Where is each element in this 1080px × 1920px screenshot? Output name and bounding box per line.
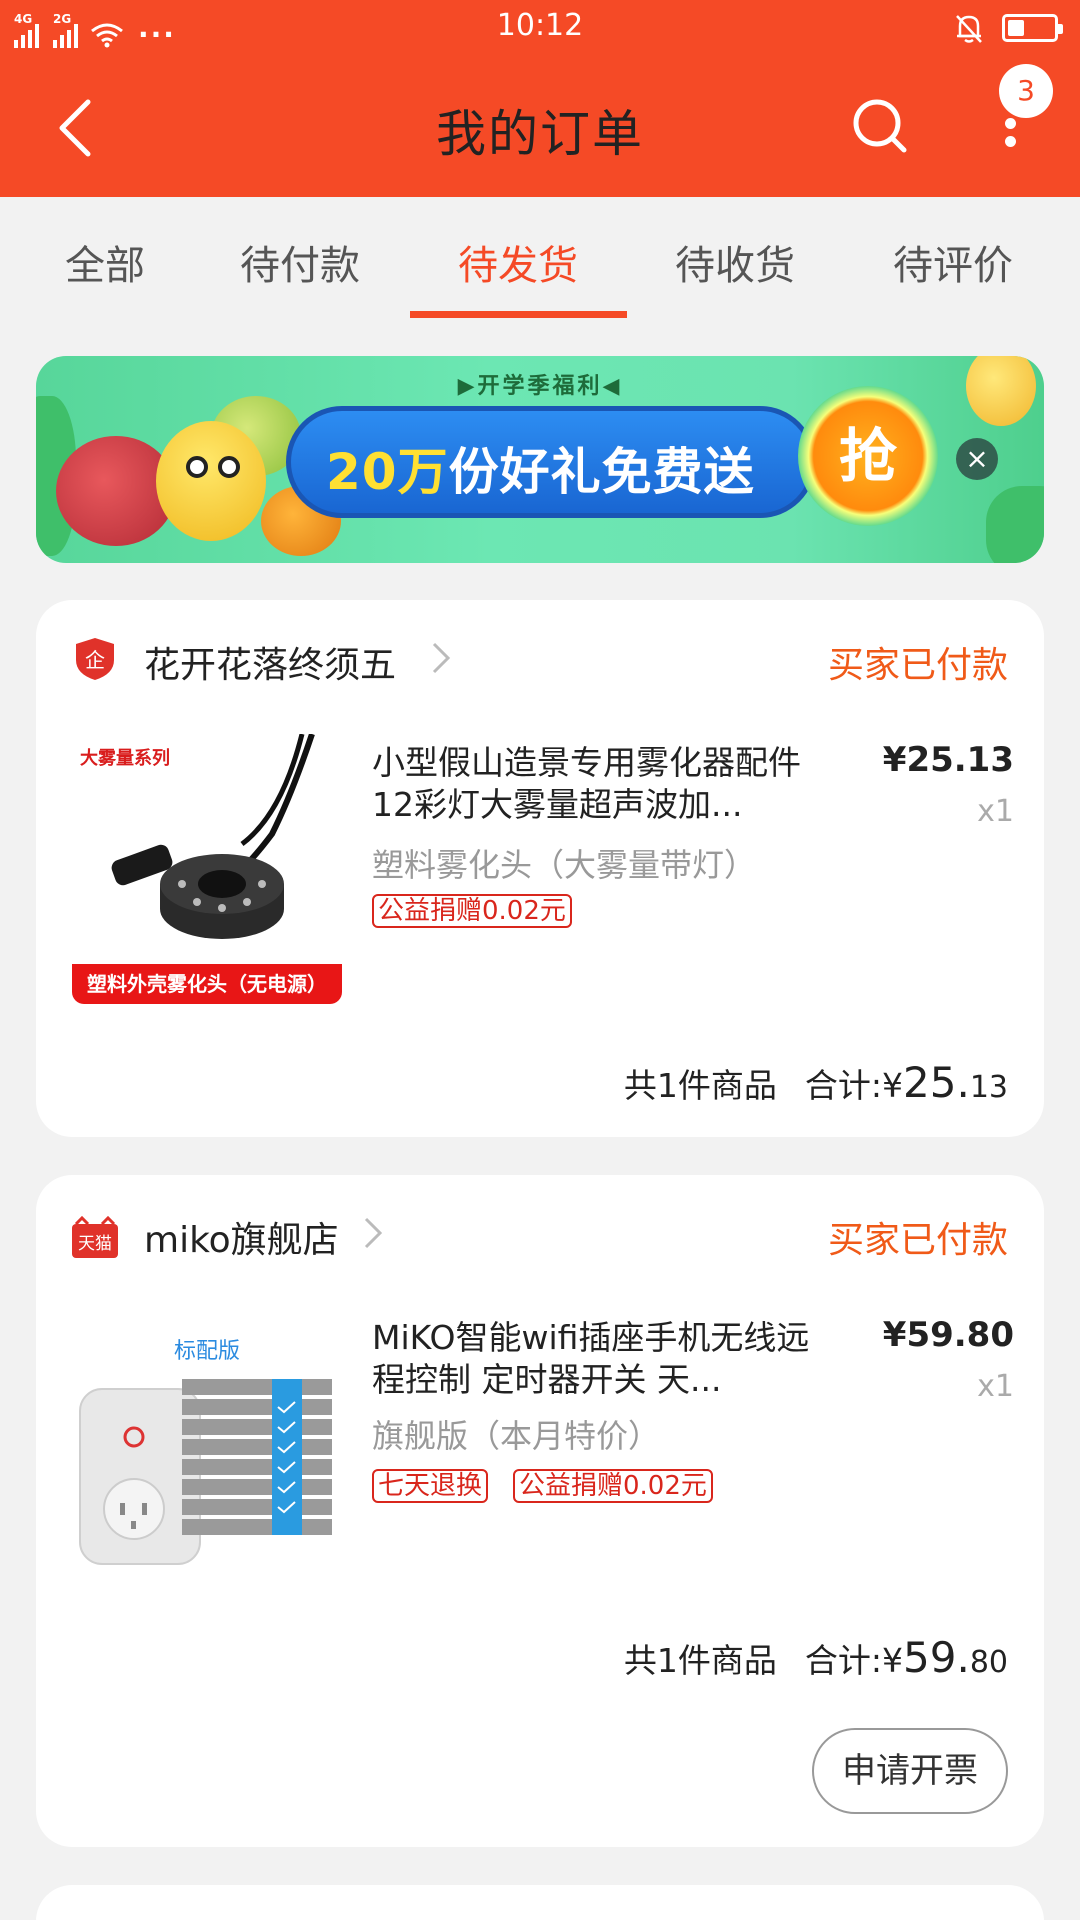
product-title[interactable]: 小型假山造景专用雾化器配件12彩灯大雾量超声波加... (372, 742, 812, 826)
nav-bar: 我的订单 (0, 58, 1080, 197)
clock: 10:12 (496, 8, 584, 43)
total-label: 合计: (804, 1641, 883, 1680)
total-amount-decimal: 13 (969, 1070, 1008, 1105)
shop-name[interactable]: 花开花落终须五 (144, 636, 396, 688)
header-bar: 4G 2G ··· 10:12 我的订单 3 (0, 0, 1080, 197)
product-sku: 旗舰版（本月特价） (372, 1417, 661, 1455)
thumbnail-caption-bottom: 塑料外壳雾化头（无电源） (72, 964, 342, 1004)
tab-pending-review[interactable]: 待评价 (853, 233, 1053, 291)
mascot-eye (218, 456, 240, 478)
mango-mascot-image (156, 421, 266, 541)
item-count: 共1件商品 (623, 1641, 777, 1680)
request-invoice-button[interactable]: 申请开票 (812, 1728, 1008, 1814)
search-icon[interactable] (850, 96, 910, 156)
page-title: 我的订单 (436, 105, 644, 163)
bell-muted-icon (956, 15, 982, 43)
order-status: 买家已付款 (827, 1220, 1008, 1261)
order-summary: 共1件商品 合计: ¥25. 13 (624, 1058, 1008, 1107)
total-amount-decimal: 80 (969, 1645, 1008, 1680)
product-price: ¥25.13 (882, 740, 1014, 780)
charity-tag: 公益捐赠0.02元 (372, 894, 572, 928)
tab-pending-receipt[interactable]: 待收货 (635, 233, 835, 291)
return-policy-tag: 七天退换 (372, 1469, 489, 1503)
promo-banner[interactable]: ▶开学季福利◀ 20万份好礼免费送 抢 × (36, 356, 1044, 563)
order-card-partial (36, 1885, 1044, 1920)
order-status: 买家已付款 (827, 645, 1008, 686)
charity-tag: 公益捐赠0.02元 (513, 1469, 713, 1503)
banner-headline-highlight: 20万 (326, 443, 449, 501)
shop-badge-text: 企 (85, 648, 105, 672)
grab-button[interactable]: 抢 (798, 386, 938, 526)
status-right (954, 12, 1063, 44)
banner-subtitle-text: 开学季福利 (477, 374, 603, 399)
product-quantity: x1 (977, 794, 1014, 829)
order-card: 天猫 miko旗舰店 买家已付款 标配版 MiKO智能wifi插座手机无线远程控… (36, 1175, 1044, 1847)
active-tab-indicator (410, 311, 627, 318)
chevron-right-icon[interactable] (426, 638, 456, 678)
banner-headline: 20万份好礼免费送 (326, 432, 755, 504)
banner-headline-text: 份好礼免费送 (448, 443, 755, 501)
order-summary: 共1件商品 合计: ¥59. 80 (624, 1633, 1008, 1682)
product-thumbnail[interactable]: 标配版 (72, 1309, 342, 1579)
banner-close-button[interactable]: × (956, 438, 998, 480)
total-amount-integer: 25. (903, 1058, 970, 1107)
mascot-eye (186, 456, 208, 478)
product-thumbnail[interactable]: 大雾量系列 塑料外壳雾化头（无电源） (72, 734, 342, 1004)
total-currency: ¥ (882, 1641, 904, 1680)
tab-all[interactable]: 全部 (5, 233, 205, 291)
enterprise-shop-icon: 企 (76, 638, 114, 680)
tab-pending-shipment[interactable]: 待发货 (418, 233, 618, 291)
battery-icon (1002, 14, 1063, 42)
order-tabs: 全部 待付款 待发货 待收货 待评价 (0, 197, 1080, 324)
total-currency: ¥ (882, 1066, 904, 1105)
product-title[interactable]: MiKO智能wifi插座手机无线远程控制 定时器开关 天... (372, 1317, 812, 1401)
notification-badge: 3 (999, 64, 1053, 118)
total-label: 合计: (804, 1066, 883, 1105)
status-bar: 4G 2G ··· 10:12 (0, 0, 1080, 58)
product-quantity: x1 (977, 1369, 1014, 1404)
tmall-shop-icon: 天猫 (72, 1215, 118, 1258)
item-count: 共1件商品 (623, 1066, 777, 1105)
total-amount-integer: 59. (903, 1633, 970, 1682)
shop-name[interactable]: miko旗舰店 (144, 1211, 339, 1263)
product-price: ¥59.80 (882, 1315, 1014, 1355)
shop-badge-text: 天猫 (78, 1234, 112, 1254)
chevron-right-icon[interactable] (358, 1213, 388, 1253)
order-card: 企 花开花落终须五 买家已付款 大雾量系列 塑料外壳雾化头（无电源） 小型假山造… (36, 600, 1044, 1137)
product-sku: 塑料雾化头（大雾量带灯） (372, 846, 757, 884)
leaf-decoration (986, 486, 1044, 563)
tab-pending-payment[interactable]: 待付款 (200, 233, 400, 291)
smart-plug-image (79, 1379, 332, 1565)
